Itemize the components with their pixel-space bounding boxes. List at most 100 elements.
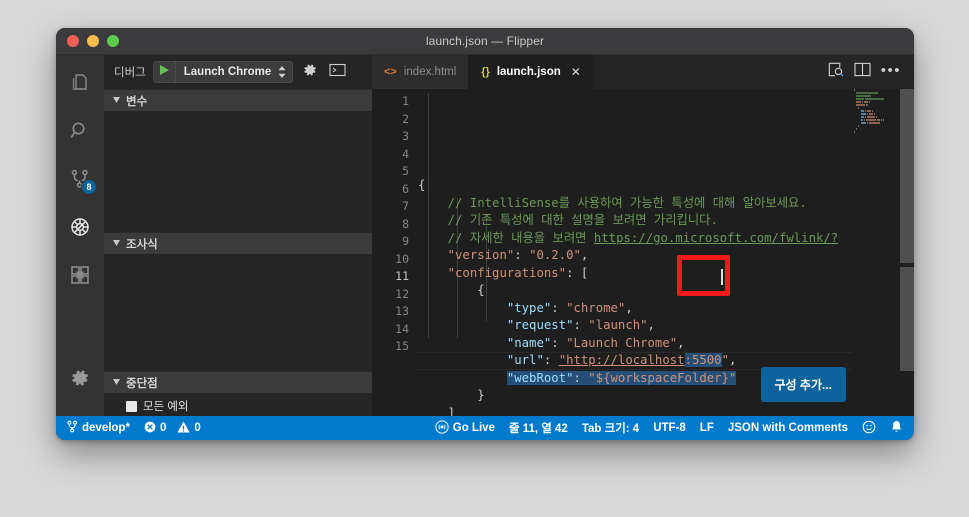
tab-index-html[interactable]: <> index.html bbox=[372, 55, 470, 89]
minimap-line bbox=[852, 98, 900, 100]
warning-triangle-icon bbox=[177, 421, 190, 436]
minimap-token bbox=[860, 113, 866, 115]
tab-launch-json[interactable]: {} launch.json ✕ bbox=[469, 55, 594, 89]
status-cursor-position[interactable]: 줄 11, 열 42 bbox=[502, 416, 575, 440]
launch-configuration-name: Launch Chrome bbox=[183, 66, 272, 78]
editor-actions: ••• bbox=[822, 55, 914, 89]
line-number-gutter: 1 2 3 4 5 6 7 8 9 10 11 12 13 14 15 bbox=[372, 89, 418, 416]
debug-console-button[interactable] bbox=[327, 62, 347, 82]
minimap-token bbox=[868, 113, 874, 115]
code-token: { bbox=[477, 283, 485, 297]
activity-item-manage[interactable] bbox=[56, 354, 104, 402]
code-token: , bbox=[728, 353, 737, 367]
activity-item-run-and-debug[interactable] bbox=[56, 203, 104, 251]
broadcast-icon bbox=[435, 419, 449, 437]
minimap-token bbox=[858, 125, 860, 127]
minimap-line bbox=[852, 110, 900, 112]
maximize-button[interactable] bbox=[107, 35, 119, 47]
status-indentation[interactable]: Tab 크기: 4 bbox=[575, 416, 646, 440]
scrollbar-thumb[interactable] bbox=[900, 267, 914, 371]
tab-label: index.html bbox=[403, 66, 457, 78]
breakpoint-checkbox[interactable] bbox=[126, 400, 137, 412]
status-problems[interactable]: 0 0 bbox=[137, 416, 208, 440]
close-icon[interactable]: ✕ bbox=[571, 66, 581, 78]
minimap-line bbox=[852, 119, 900, 121]
line-number: 4 bbox=[402, 146, 409, 161]
more-actions-button[interactable]: ••• bbox=[881, 63, 901, 82]
minimap-line bbox=[852, 101, 900, 103]
minimap-token bbox=[866, 122, 868, 124]
watch-pane bbox=[104, 254, 372, 371]
vscode-window: launch.json — Flipper 8 디버그 Launch Chrom… bbox=[56, 28, 914, 440]
open-preview-button[interactable] bbox=[827, 61, 844, 83]
status-notifications[interactable] bbox=[883, 416, 914, 440]
code-editor[interactable]: 1 2 3 4 5 6 7 8 9 10 11 12 13 14 15 {//… bbox=[372, 89, 914, 416]
minimap-line bbox=[852, 95, 900, 97]
minimap-token bbox=[860, 116, 864, 118]
chevron-down-icon bbox=[112, 374, 121, 392]
status-go-live[interactable]: Go Live bbox=[428, 416, 502, 440]
status-encoding[interactable]: UTF-8 bbox=[646, 416, 693, 440]
debug-settings-button[interactable] bbox=[300, 62, 320, 82]
minimap-token bbox=[854, 131, 855, 133]
editor-scrollbar[interactable] bbox=[900, 89, 914, 416]
code-token: "type" bbox=[506, 300, 552, 315]
code-token: "webRoot" bbox=[506, 370, 574, 385]
chevron-updown-icon[interactable] bbox=[278, 65, 292, 79]
code-token: "version" bbox=[447, 248, 515, 262]
line-number: 12 bbox=[395, 286, 409, 301]
play-icon bbox=[159, 63, 170, 81]
status-warning-count: 0 bbox=[194, 422, 201, 434]
code-line: { bbox=[418, 282, 914, 300]
code-line: "configurations": [ bbox=[418, 265, 914, 283]
code-line: // 자세한 내용을 보려면 https://go.microsoft.com/… bbox=[418, 230, 914, 248]
split-editor-button[interactable] bbox=[854, 62, 871, 82]
activity-item-explorer[interactable] bbox=[56, 59, 104, 107]
window-body: 8 디버그 Launch Chrome 변수 조사식 중단점 모든 예외 <> … bbox=[56, 55, 914, 416]
add-configuration-button[interactable]: 구성 추가... bbox=[760, 367, 846, 402]
activity-item-search[interactable] bbox=[56, 107, 104, 155]
code-line: // IntelliSense를 사용하여 가능한 특성에 대해 알아보세요. bbox=[418, 195, 914, 213]
activity-item-source-control[interactable]: 8 bbox=[56, 155, 104, 203]
section-header-variables[interactable]: 변수 bbox=[104, 89, 372, 111]
status-indentation-label: Tab 크기: 4 bbox=[581, 423, 640, 435]
minimap-line bbox=[852, 131, 900, 133]
extensions-icon bbox=[68, 263, 92, 287]
code-token: : [ bbox=[566, 265, 589, 280]
screenshot-root: launch.json — Flipper 8 디버그 Launch Chrom… bbox=[0, 0, 969, 517]
tabs-spacer bbox=[593, 55, 823, 89]
status-language-mode[interactable]: JSON with Comments bbox=[721, 416, 855, 440]
line-number: 14 bbox=[395, 321, 409, 336]
section-title-variables: 변수 bbox=[126, 95, 148, 108]
code-token: https://go.microsoft.com/fwlink/? bbox=[593, 230, 839, 245]
code-token: : bbox=[551, 335, 567, 350]
start-debugging-button[interactable] bbox=[154, 62, 176, 82]
code-token: // 자세한 내용을 보려면 bbox=[447, 230, 594, 245]
files-icon bbox=[68, 71, 92, 95]
html-file-icon: <> bbox=[384, 66, 397, 78]
activity-item-extensions[interactable] bbox=[56, 251, 104, 299]
status-branch[interactable]: develop* bbox=[56, 416, 137, 440]
section-header-breakpoints[interactable]: 중단점 bbox=[104, 371, 372, 393]
code-token: "launch" bbox=[588, 318, 648, 332]
minimize-button[interactable] bbox=[87, 35, 99, 47]
status-eol[interactable]: LF bbox=[693, 416, 721, 440]
minimap-token bbox=[866, 119, 876, 121]
minimap-token bbox=[865, 98, 884, 100]
minimap-token bbox=[874, 113, 876, 115]
scrollbar-thumb[interactable] bbox=[900, 89, 914, 263]
status-feedback[interactable] bbox=[855, 416, 883, 440]
section-header-watch[interactable]: 조사식 bbox=[104, 232, 372, 254]
gear-icon bbox=[69, 367, 91, 389]
launch-configuration-select[interactable]: Launch Chrome bbox=[152, 61, 294, 83]
terminal-icon bbox=[329, 63, 346, 82]
chevron-down-icon bbox=[112, 235, 121, 253]
minimap-token bbox=[864, 110, 866, 112]
code-line: ] bbox=[418, 405, 914, 417]
breakpoint-row[interactable]: 모든 예외 bbox=[104, 396, 372, 416]
close-button[interactable] bbox=[67, 35, 79, 47]
code-token: ] bbox=[447, 405, 456, 417]
minimap[interactable] bbox=[852, 89, 900, 416]
minimap-token bbox=[860, 119, 864, 121]
activity-bar: 8 bbox=[56, 55, 104, 416]
